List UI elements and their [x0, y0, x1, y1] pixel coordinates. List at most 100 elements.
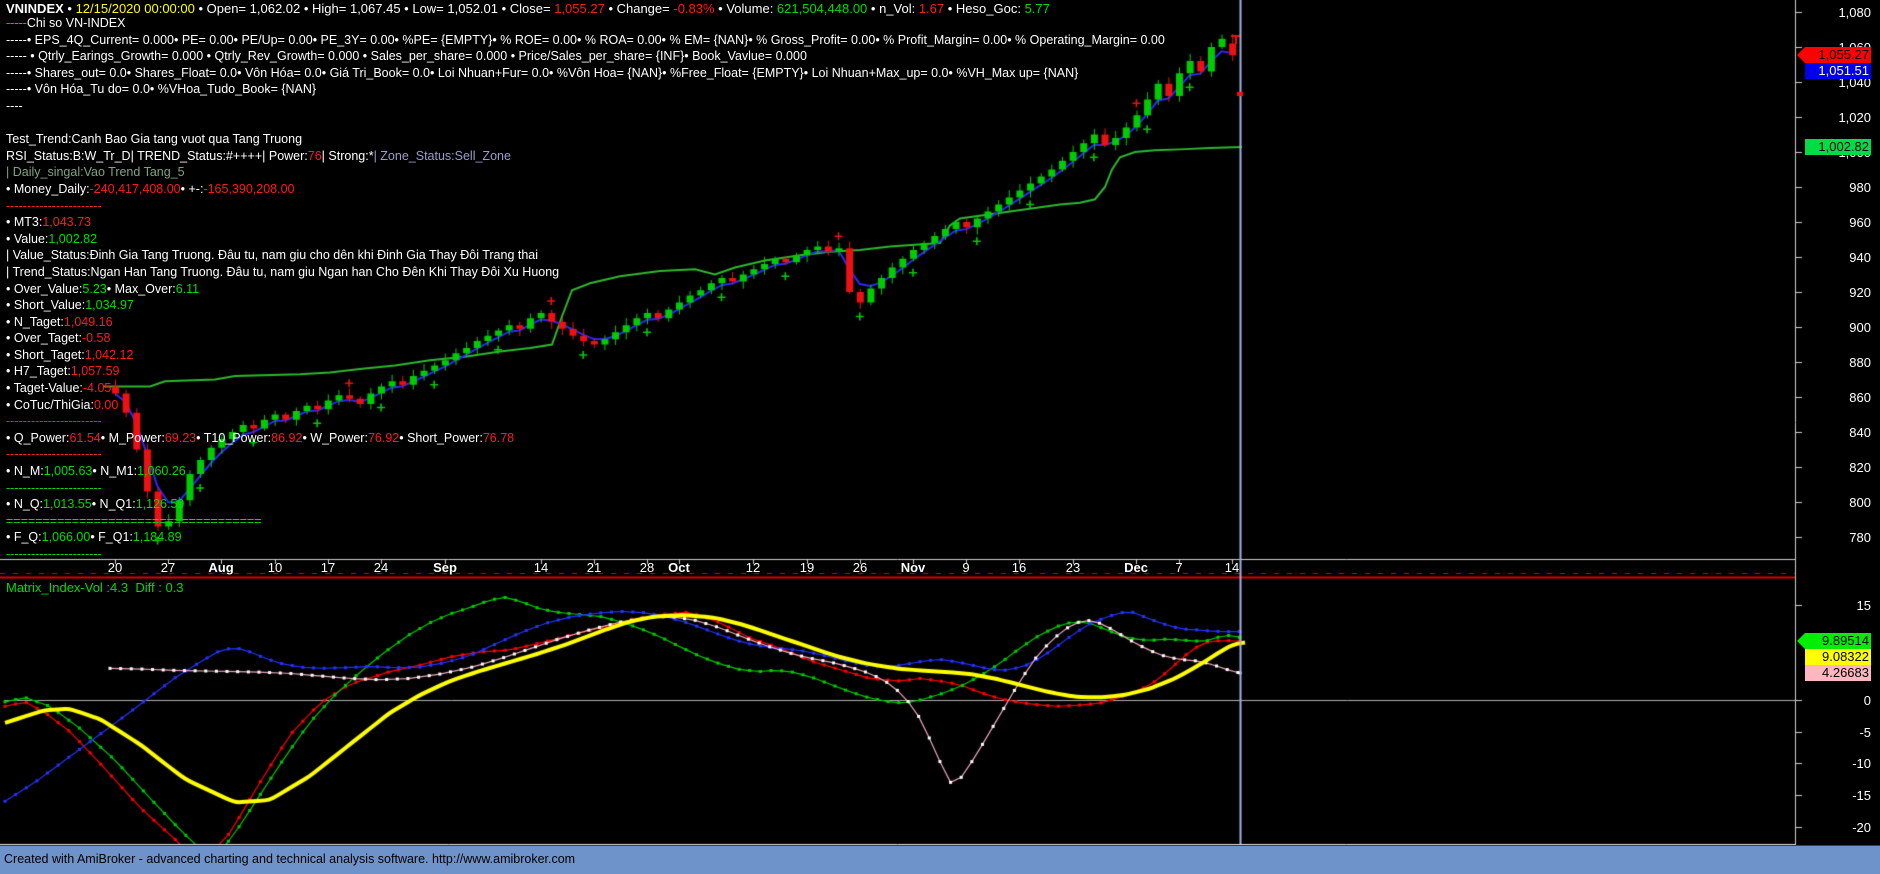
overlay-segment: • N_Q1:	[91, 497, 136, 512]
title-bar-quote: VNINDEX • 12/15/2020 00:00:00 • Open= 1,…	[6, 1, 1050, 16]
date-axis[interactable]: 20 27 Aug 10 17 24 Sep 14 21 28 Oct 12 19 26 Nov 9 16 23 D…	[0, 560, 1795, 577]
price-tick-label: 800	[1849, 495, 1871, 510]
overlay-segment: 69.23	[164, 430, 197, 445]
overlay-line: | Value_Status:Đinh Gia Tang Truong. Đâu…	[6, 247, 1165, 264]
date-tick-day: 17	[320, 560, 336, 575]
date-tick-day: 19	[799, 560, 815, 575]
overlay-segment: 1,005.63	[43, 464, 93, 479]
date-tick-day: 12	[745, 560, 761, 575]
overlay-segment: • +-:	[180, 181, 204, 196]
overlay-segment: • N_Taget:	[6, 314, 64, 329]
overlay-line: • MT3:1,043.73	[6, 214, 1165, 231]
overlay-line: -----Chi so VN-INDEX	[6, 15, 1165, 32]
quote-segment: 12/15/2020 00:00:00	[75, 1, 195, 16]
indicator-tick-label: -20	[1852, 820, 1871, 835]
overlay-segment: 1,013.55	[43, 497, 92, 512]
overlay-segment: • W_Power:	[302, 430, 368, 445]
overlay-segment: • N_M:	[6, 464, 44, 479]
overlay-line: Test_Trend:Canh Bao Gia tang vuot qua Ta…	[6, 131, 1165, 148]
overlay-segment: 1,057.59	[70, 364, 120, 379]
date-tick-day: 21	[586, 560, 602, 575]
date-tick-day: 28	[639, 560, 655, 575]
price-tick-label: 960	[1849, 215, 1871, 230]
date-tick-month: Aug	[208, 560, 234, 575]
overlay-segment: • F_Q:	[6, 530, 42, 545]
overlay-segment: | Strong:*	[321, 148, 374, 163]
date-tick-day: 24	[373, 560, 389, 575]
indicator-tick-label: 0	[1863, 693, 1871, 708]
price-tick-label: 980	[1849, 180, 1871, 195]
overlay-segment: • CoTuc/ThiGia:	[6, 397, 94, 412]
overlay-segment: • Value:	[6, 231, 49, 246]
overlay-line: • N_Q:1,013.55• N_Q1:1,126.59	[6, 496, 1165, 513]
overlay-line: -----• EPS_4Q_Current= 0.000• PE= 0.00• …	[6, 32, 1165, 49]
overlay-segment: 5.23	[82, 281, 107, 296]
lower-pane-title: Matrix_Index-Vol :4.3 Diff : 0.3	[6, 580, 184, 595]
date-tick-day: 14	[1224, 560, 1240, 575]
price-tick-label: 880	[1849, 355, 1871, 370]
indicator-text-overlay: -----Chi so VN-INDEX -----• EPS_4Q_Curren…	[6, 15, 1165, 563]
price-tick-label: 940	[1849, 250, 1871, 265]
overlay-line: -----• Vôn Hóa_Tu do= 0.0• %VHoa_Tudo_Bo…	[6, 81, 1165, 98]
overlay-segment: Chi so VN-INDEX	[26, 16, 126, 30]
overlay-segment: • Short_Power:	[399, 430, 483, 445]
overlay-segment: 86.92	[271, 430, 303, 445]
overlay-segment: • Over_Value:	[6, 281, 83, 296]
date-tick-day: 26	[852, 560, 868, 575]
price-axis[interactable]: 1,0801,0601,0401,0201,000980960940920900…	[1797, 0, 1880, 845]
quote-segment: VNINDEX	[6, 1, 64, 16]
date-tick-day: 20	[107, 560, 123, 575]
overlay-segment: 1,126.59	[135, 497, 185, 512]
overlay-segment: 6.11	[175, 281, 200, 296]
date-tick-day: 9	[962, 560, 970, 575]
overlay-segment: -----------------------	[6, 414, 102, 429]
quote-segment: 621,504,448.00	[776, 1, 868, 16]
overlay-line: • N_M:1,005.63• N_M1:1,060.26	[6, 463, 1165, 480]
overlay-line: -----------------------	[6, 446, 1165, 463]
overlay-line: • CoTuc/ThiGia:0.00	[6, 397, 1165, 414]
overlay-segment: 1,042.12	[84, 347, 134, 362]
status-bar-text: Created with AmiBroker - advanced charti…	[4, 852, 576, 866]
price-tick-label: 860	[1849, 390, 1871, 405]
overlay-line: | Daily_singal:Vao Trend Tang_5	[6, 164, 1165, 181]
overlay-segment: • F_Q1:	[90, 530, 133, 545]
price-tick-label: 840	[1849, 425, 1871, 440]
overlay-line: • Taget-Value:-4.05	[6, 380, 1165, 397]
overlay-line: • Over_Value:5.23• Max_Over:6.11	[6, 281, 1165, 298]
overlay-segment: • Money_Daily:	[6, 181, 90, 196]
overlay-line: -----------------------	[6, 413, 1165, 430]
overlay-segment: | Trend_Status:Ngan Han Tang Truong. Đâu…	[6, 264, 560, 279]
label-arrow-icon	[1797, 633, 1805, 649]
overlay-line: -----------------------	[6, 198, 1165, 215]
overlay-segment: • MT3:	[6, 215, 43, 230]
amibroker-window: VNINDEX • 12/15/2020 00:00:00 • Open= 1,…	[0, 0, 1880, 874]
overlay-segment: | Zone_Status:Sell_Zone	[373, 148, 511, 163]
indicator-tick-label: -5	[1859, 725, 1871, 740]
overlay-segment: -----	[6, 16, 27, 30]
quote-segment: • Change=	[604, 1, 674, 16]
overlay-segment: 1,049.16	[63, 314, 113, 329]
overlay-line: • Over_Taget:-0.58	[6, 330, 1165, 347]
price-tick-label: 1,020	[1838, 110, 1871, 125]
overlay-segment: -----------------------	[6, 198, 102, 213]
overlay-segment: 0.00	[93, 397, 119, 412]
quote-segment: •	[63, 1, 76, 16]
overlay-segment: 76.92	[367, 430, 400, 445]
overlay-segment: • T10_Power:	[196, 430, 272, 445]
price-tick-label: 900	[1849, 320, 1871, 335]
overlay-segment: -----------------------	[6, 480, 102, 495]
overlay-line: • Money_Daily:-240,417,408.00• +-:-165,3…	[6, 181, 1165, 198]
overlay-segment: -----• Shares_out= 0.0• Shares_Float= 0.…	[6, 65, 1079, 80]
overlay-segment: -240,417,408.00	[89, 181, 181, 196]
overlay-segment: | Daily_singal:Vao Trend Tang_5	[6, 165, 185, 180]
overlay-segment: • Max_Over:	[106, 281, 176, 296]
date-tick-day: 23	[1065, 560, 1081, 575]
overlay-segment: • Q_Power:	[6, 430, 70, 445]
overlay-line: ===================================	[6, 513, 1165, 530]
overlay-segment: • Short_Value:	[6, 298, 86, 313]
overlay-line: • Short_Value:1,034.97	[6, 297, 1165, 314]
overlay-segment: | Value_Status:Đinh Gia Tang Truong. Đâu…	[6, 248, 539, 263]
overlay-segment: -----• EPS_4Q_Current= 0.000• PE= 0.00• …	[6, 32, 1165, 47]
date-tick-month: Dec	[1124, 560, 1148, 575]
overlay-segment: RSI_Status:B:W_Tr_D| TREND_Status:#++++|…	[6, 148, 308, 163]
